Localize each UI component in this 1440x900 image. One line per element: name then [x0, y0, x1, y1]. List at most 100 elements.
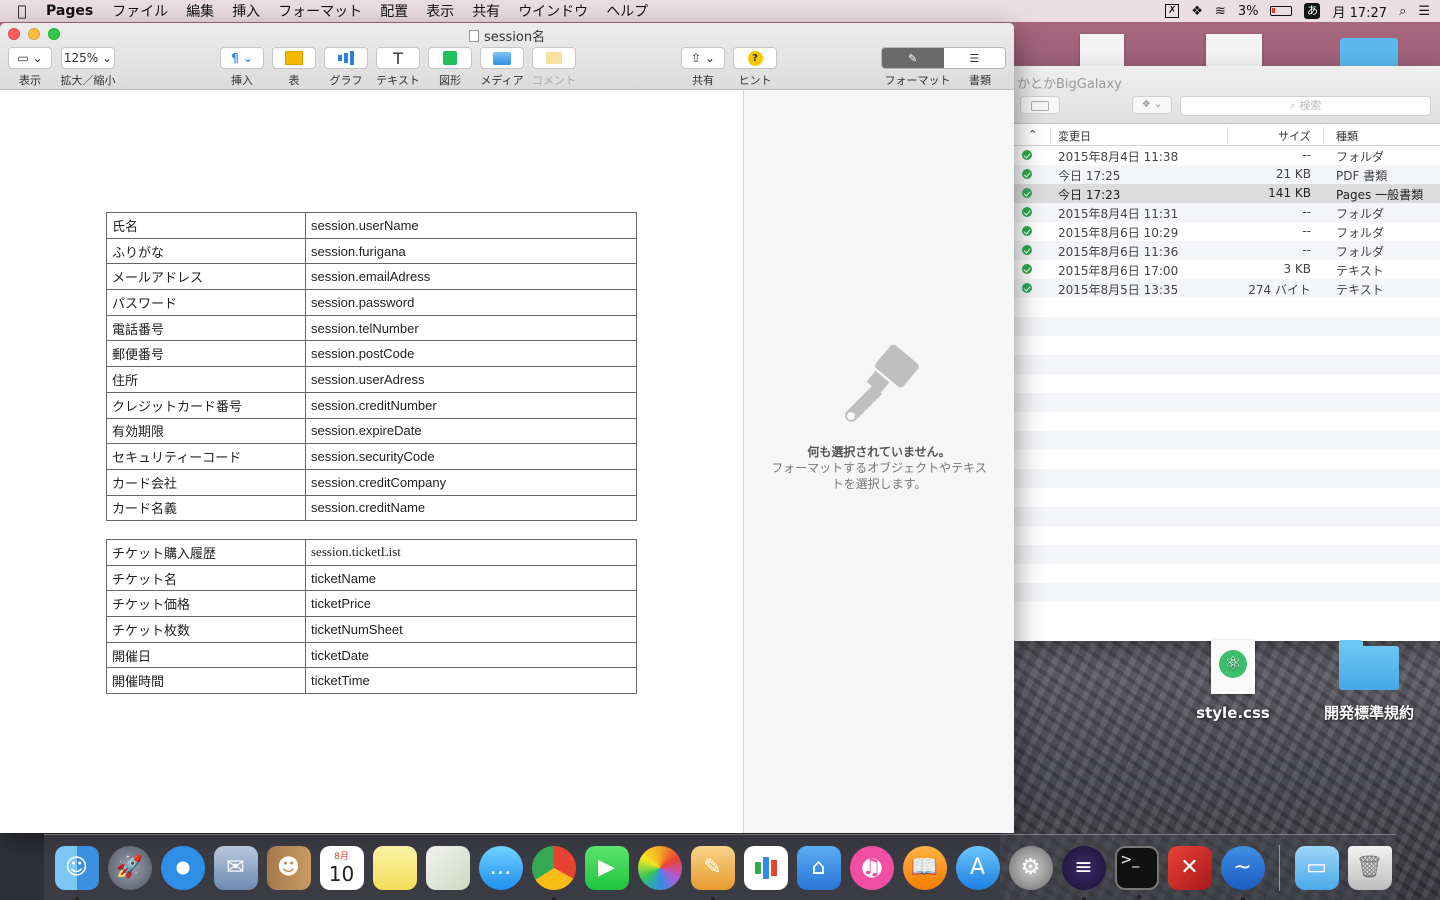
facetime-icon[interactable]: ▶ — [584, 845, 629, 890]
menu-insert[interactable]: 挿入 — [223, 1, 269, 21]
menu-file[interactable]: ファイル — [103, 1, 177, 21]
table-cell-key[interactable]: 開催時間 — [106, 667, 306, 695]
table-cell-value[interactable]: session.furigana — [305, 237, 637, 265]
menu-help[interactable]: ヘルプ — [597, 1, 657, 21]
safari-icon[interactable] — [160, 845, 205, 890]
pages-icon[interactable]: ✎ — [690, 845, 735, 900]
table-cell-key[interactable]: チケット名 — [106, 564, 306, 592]
input-method-icon[interactable]: あ — [1304, 3, 1321, 19]
app-menu-pages[interactable]: Pages — [44, 3, 103, 19]
table-cell-key[interactable]: 郵便番号 — [106, 340, 306, 368]
table-cell-key[interactable]: ふりがな — [106, 237, 306, 265]
desktop-folder-dev-standards[interactable]: 開発標準規約 — [1315, 640, 1423, 723]
battery-percent[interactable]: 3% — [1238, 4, 1259, 19]
finder-icon[interactable]: ☺ — [54, 845, 99, 900]
session-table[interactable]: 氏名 session.userName ふりがな session.furigana … — [106, 212, 637, 522]
ibooks-icon[interactable]: 📖 — [902, 845, 947, 890]
text-button[interactable]: T テキスト — [376, 47, 420, 88]
ticket-table[interactable]: チケット購入履歴 session.ticketList チケット名 ticketNa… — [106, 539, 637, 695]
table-cell-value[interactable]: session.securityCode — [305, 443, 637, 470]
table-cell-value[interactable]: session.telNumber — [305, 314, 637, 342]
finder-row[interactable]: 2015年8月4日 11:38 -- フォルダ — [1014, 146, 1440, 165]
table-cell-key[interactable]: チケット購入履歴 — [106, 539, 306, 566]
share-button[interactable]: ⇧ ⌄ 共有 — [681, 47, 725, 88]
system-preferences-icon[interactable]: ⚙ — [1008, 845, 1053, 890]
column-size[interactable]: サイズ — [1278, 128, 1311, 144]
desktop-file-icon[interactable] — [1206, 34, 1262, 70]
table-row[interactable]: 住所 session.userAdress — [106, 366, 637, 393]
table-cell-key[interactable]: チケット枚数 — [106, 616, 306, 643]
column-kind[interactable]: 種類 — [1336, 128, 1358, 144]
table-cell-key[interactable]: クレジットカード番号 — [106, 391, 306, 419]
contacts-icon[interactable]: ☻ — [266, 845, 311, 890]
dropbox-menu-button[interactable]: ❖ ⌄ — [1132, 96, 1172, 114]
acrobat-icon[interactable]: ✕ — [1167, 845, 1212, 890]
menu-edit[interactable]: 編集 — [177, 1, 223, 21]
chart-button[interactable]: グラフ — [324, 47, 368, 88]
eclipse-icon[interactable]: ≡ — [1061, 845, 1106, 900]
finder-row[interactable]: 今日 17:25 21 KB PDF 書類 — [1014, 165, 1440, 184]
table-cell-key[interactable]: 住所 — [106, 366, 306, 393]
photos-icon[interactable] — [637, 845, 682, 890]
menu-view[interactable]: 表示 — [417, 1, 463, 21]
table-cell-value[interactable]: ticketDate — [305, 641, 637, 669]
sort-chevron-icon[interactable]: ⌃ — [1028, 128, 1037, 141]
table-cell-value[interactable]: ticketName — [305, 564, 637, 592]
menu-window[interactable]: ウインドウ — [509, 1, 597, 21]
table-row[interactable]: 電話番号 session.telNumber — [106, 314, 637, 342]
finder-row-selected[interactable]: 今日 17:23 141 KB Pages 一般書類 — [1014, 184, 1440, 203]
table-cell-value[interactable]: ticketPrice — [305, 590, 637, 618]
zoom-menu[interactable]: 125% ⌄ 拡大／縮小 — [60, 47, 116, 88]
table-cell-value[interactable]: session.postCode — [305, 340, 637, 368]
table-row[interactable]: パスワード session.password — [106, 289, 637, 316]
finder-search-input[interactable]: ⌕ 検索 — [1180, 96, 1431, 116]
reminders-icon[interactable] — [425, 845, 470, 890]
table-row[interactable]: 郵便番号 session.postCode — [106, 340, 637, 368]
table-cell-value[interactable]: session.creditCompany — [305, 468, 637, 496]
wifi-icon[interactable]: ≋ — [1215, 4, 1226, 19]
menu-arrange[interactable]: 配置 — [371, 1, 417, 21]
numbers-icon[interactable] — [743, 845, 788, 890]
clock[interactable]: 月 17:27 — [1332, 2, 1387, 21]
table-cell-value[interactable]: session.userName — [305, 212, 637, 239]
desktop-folder-icon[interactable] — [1340, 38, 1398, 68]
comment-button[interactable]: コメント — [532, 47, 576, 88]
table-button[interactable]: 表 — [272, 47, 316, 88]
calendar-icon[interactable]: 8月 10 — [319, 845, 364, 890]
apple-menu-icon[interactable]:  — [0, 2, 44, 20]
format-paintbrush-icon[interactable]: ✎ — [882, 48, 944, 68]
dropbox-icon[interactable]: ❖ — [1191, 4, 1203, 19]
finder-tag-button[interactable] — [1020, 96, 1060, 114]
table-cell-value[interactable]: session.expireDate — [305, 417, 637, 445]
menu-share[interactable]: 共有 — [463, 1, 509, 21]
trash-icon[interactable]: 🗑 — [1347, 845, 1392, 890]
terminal-icon[interactable]: >_ — [1114, 845, 1159, 899]
table-row[interactable]: 氏名 session.userName — [106, 212, 637, 239]
table-row[interactable]: セキュリティーコード session.securityCode — [106, 443, 637, 470]
table-cell-value[interactable]: ticketTime — [305, 667, 637, 695]
keynote-icon[interactable]: ⌂ — [796, 845, 841, 890]
table-row[interactable]: メールアドレス session.emailAdress — [106, 263, 637, 291]
table-row[interactable]: カード名義 session.creditName — [106, 494, 637, 522]
spotlight-search-icon[interactable]: ⌕ — [1399, 4, 1406, 19]
view-button[interactable]: ▭ ⌄ 表示 — [8, 47, 52, 88]
finder-row[interactable]: 2015年8月6日 11:36 -- フォルダ — [1014, 241, 1440, 260]
table-cell-value[interactable]: session.emailAdress — [305, 263, 637, 291]
menu-format[interactable]: フォーマット — [269, 1, 371, 21]
mail-icon[interactable]: ✉ — [213, 845, 258, 890]
table-row[interactable]: 開催日 ticketDate — [106, 641, 637, 669]
tips-button[interactable]: ? ヒント — [733, 47, 777, 88]
finder-row[interactable]: 2015年8月4日 11:31 -- フォルダ — [1014, 203, 1440, 222]
table-cell-value[interactable]: ticketNumSheet — [305, 616, 637, 643]
table-cell-value[interactable]: session.password — [305, 289, 637, 316]
table-row[interactable]: クレジットカード番号 session.creditNumber — [106, 391, 637, 419]
table-cell-value[interactable]: session.ticketList — [305, 539, 637, 566]
status-app-icon[interactable]: ✗ — [1165, 4, 1180, 18]
finder-row[interactable]: 2015年8月6日 17:00 3 KB テキスト — [1014, 260, 1440, 279]
cyberduck-icon[interactable]: ~ — [1220, 845, 1265, 900]
table-cell-key[interactable]: カード会社 — [106, 468, 306, 496]
chrome-icon[interactable] — [531, 845, 576, 900]
itunes-icon[interactable]: ♫ — [849, 845, 894, 890]
table-row[interactable]: チケット購入履歴 session.ticketList — [106, 539, 637, 566]
insert-button[interactable]: ¶ ⌄ 挿入 — [220, 47, 264, 88]
